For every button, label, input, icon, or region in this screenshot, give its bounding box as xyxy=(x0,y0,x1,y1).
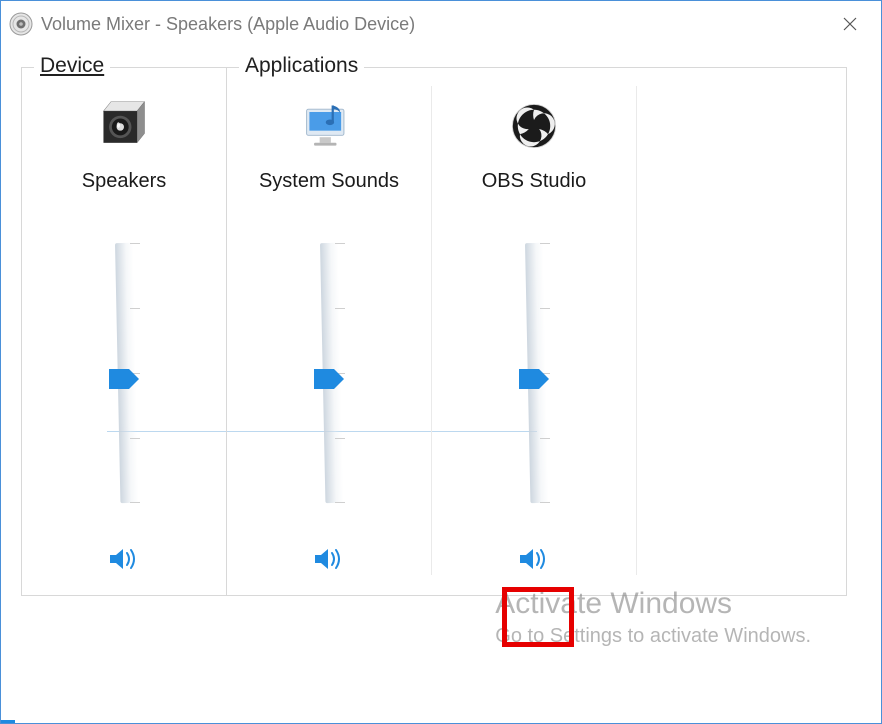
titlebar[interactable]: Volume Mixer - Speakers (Apple Audio Dev… xyxy=(1,1,881,47)
app-column-obs-studio: OBS Studio xyxy=(432,86,637,575)
app-volume-slider[interactable] xyxy=(304,243,354,513)
device-panel-title: Device xyxy=(34,54,110,78)
app-mute-button[interactable] xyxy=(515,543,553,575)
window-title: Volume Mixer - Speakers (Apple Audio Dev… xyxy=(41,14,827,35)
app-label: OBS Studio xyxy=(482,170,587,193)
volume-mixer-window: Volume Mixer - Speakers (Apple Audio Dev… xyxy=(0,0,882,724)
slider-thumb[interactable] xyxy=(109,369,139,389)
device-mute-button[interactable] xyxy=(105,543,143,575)
app-column-system-sounds: System Sounds xyxy=(227,86,432,575)
slider-thumb[interactable] xyxy=(519,369,549,389)
slider-thumb[interactable] xyxy=(314,369,344,389)
app-mute-button[interactable] xyxy=(310,543,348,575)
taskbar-accent xyxy=(1,720,15,723)
applications-panel-title: Applications xyxy=(239,54,364,78)
watermark-line2: Go to Settings to activate Windows. xyxy=(495,625,811,648)
app-column-empty xyxy=(637,86,842,575)
device-volume-slider[interactable] xyxy=(99,243,149,513)
obs-studio-icon[interactable] xyxy=(504,96,564,156)
applications-panel: Applications System S xyxy=(227,67,847,596)
app-speaker-icon xyxy=(9,12,33,36)
app-label: System Sounds xyxy=(259,170,399,193)
device-column: Speakers xyxy=(22,86,226,575)
content-area: Device xyxy=(1,47,881,606)
device-panel: Device xyxy=(21,67,227,596)
app-volume-slider[interactable] xyxy=(509,243,559,513)
device-label: Speakers xyxy=(82,170,167,193)
system-sounds-icon[interactable] xyxy=(299,96,359,156)
speaker-device-icon[interactable] xyxy=(94,96,154,156)
close-button[interactable] xyxy=(827,1,873,47)
